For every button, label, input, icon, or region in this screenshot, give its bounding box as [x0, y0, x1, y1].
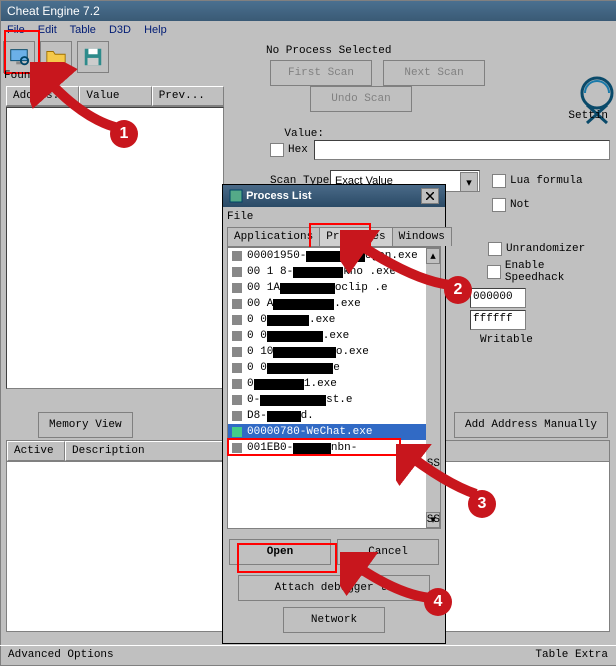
- dialog-title: Process List: [246, 190, 311, 202]
- writable-label: Writable: [480, 334, 533, 346]
- next-scan-button[interactable]: Next Scan: [383, 60, 485, 86]
- menu-help[interactable]: Help: [144, 24, 167, 36]
- process-row[interactable]: 00000780-WeChat.exe: [228, 424, 440, 440]
- dialog-titlebar[interactable]: Process List: [223, 185, 445, 207]
- anno-circle-3: 3: [468, 490, 496, 518]
- process-row-icon: [230, 409, 244, 423]
- process-row[interactable]: D8-d.: [228, 408, 440, 424]
- process-row[interactable]: 01.exe: [228, 376, 440, 392]
- memory-view-button[interactable]: Memory View: [38, 412, 133, 438]
- speedhack-checkbox[interactable]: [487, 265, 501, 279]
- process-row-icon: [230, 329, 244, 343]
- process-row-icon: [230, 265, 244, 279]
- titlebar: Cheat Engine 7.2: [1, 1, 616, 21]
- addr-range-stop[interactable]: ffffff: [470, 310, 526, 330]
- value-label: Value:: [270, 128, 360, 140]
- menu-table[interactable]: Table: [70, 24, 96, 36]
- col-previous[interactable]: Prev...: [152, 86, 224, 106]
- close-icon: [426, 192, 434, 200]
- status-bar: Advanced Options Table Extra: [0, 645, 616, 664]
- table-extras-link[interactable]: Table Extra: [535, 649, 608, 661]
- process-row-icon: [230, 377, 244, 391]
- tab-applications[interactable]: Applications: [227, 227, 320, 246]
- add-address-button[interactable]: Add Address Manually: [454, 412, 608, 438]
- no-process-label: No Process Selected: [266, 45, 391, 57]
- not-label: Not: [510, 199, 530, 211]
- first-scan-button[interactable]: First Scan: [270, 60, 372, 86]
- menubar: File Edit Table D3D Help: [1, 21, 616, 39]
- open-button[interactable]: Open: [229, 539, 331, 565]
- chevron-down-icon: ▾: [460, 172, 478, 192]
- settings-label[interactable]: Settin: [568, 110, 608, 122]
- not-checkbox[interactable]: [492, 198, 506, 212]
- menu-d3d[interactable]: D3D: [109, 24, 131, 36]
- process-row[interactable]: 0-st.e: [228, 392, 440, 408]
- anno-circle-2: 2: [444, 276, 472, 304]
- process-row[interactable]: 0 0 .exe: [228, 328, 440, 344]
- monitor-icon: [8, 46, 30, 68]
- col-description[interactable]: Description: [65, 441, 229, 461]
- value-input[interactable]: [314, 140, 610, 160]
- process-row-icon: [230, 425, 244, 439]
- results-listbox[interactable]: [6, 107, 224, 389]
- app-title: Cheat Engine 7.2: [7, 4, 100, 18]
- close-button[interactable]: [421, 188, 439, 204]
- process-row-icon: [230, 441, 244, 455]
- anno-circle-4: 4: [424, 588, 452, 616]
- advanced-options-link[interactable]: Advanced Options: [8, 649, 114, 661]
- process-row-icon: [230, 249, 244, 263]
- anno-circle-1: 1: [110, 120, 138, 148]
- process-row-icon: [230, 313, 244, 327]
- hex-label: Hex: [288, 144, 308, 156]
- process-row[interactable]: 0 0e: [228, 360, 440, 376]
- arrow-2-icon: [340, 230, 460, 300]
- addr-range-start[interactable]: 000000: [470, 288, 526, 308]
- lua-checkbox[interactable]: [492, 174, 506, 188]
- process-row-icon: [230, 281, 244, 295]
- process-row-icon: [230, 393, 244, 407]
- undo-scan-button[interactable]: Undo Scan: [310, 86, 412, 112]
- process-row-icon: [230, 297, 244, 311]
- menu-file[interactable]: File: [7, 24, 25, 36]
- lua-label: Lua formula: [510, 175, 583, 187]
- unrandom-checkbox[interactable]: [488, 242, 502, 256]
- hex-checkbox[interactable]: [270, 143, 284, 157]
- process-row[interactable]: 0 0.exe: [228, 312, 440, 328]
- speedhack-label: Enable Speedhack: [505, 260, 610, 284]
- col-active[interactable]: Active: [7, 441, 65, 461]
- ss-label-2: SS: [427, 514, 440, 526]
- process-row[interactable]: 0 10o.exe: [228, 344, 440, 360]
- process-row-icon: [230, 345, 244, 359]
- dialog-menu-file[interactable]: File: [227, 211, 441, 223]
- menu-edit[interactable]: Edit: [38, 24, 57, 36]
- unrandom-label: Unrandomizer: [506, 243, 585, 255]
- process-row-icon: [230, 361, 244, 375]
- process-icon: [229, 189, 243, 203]
